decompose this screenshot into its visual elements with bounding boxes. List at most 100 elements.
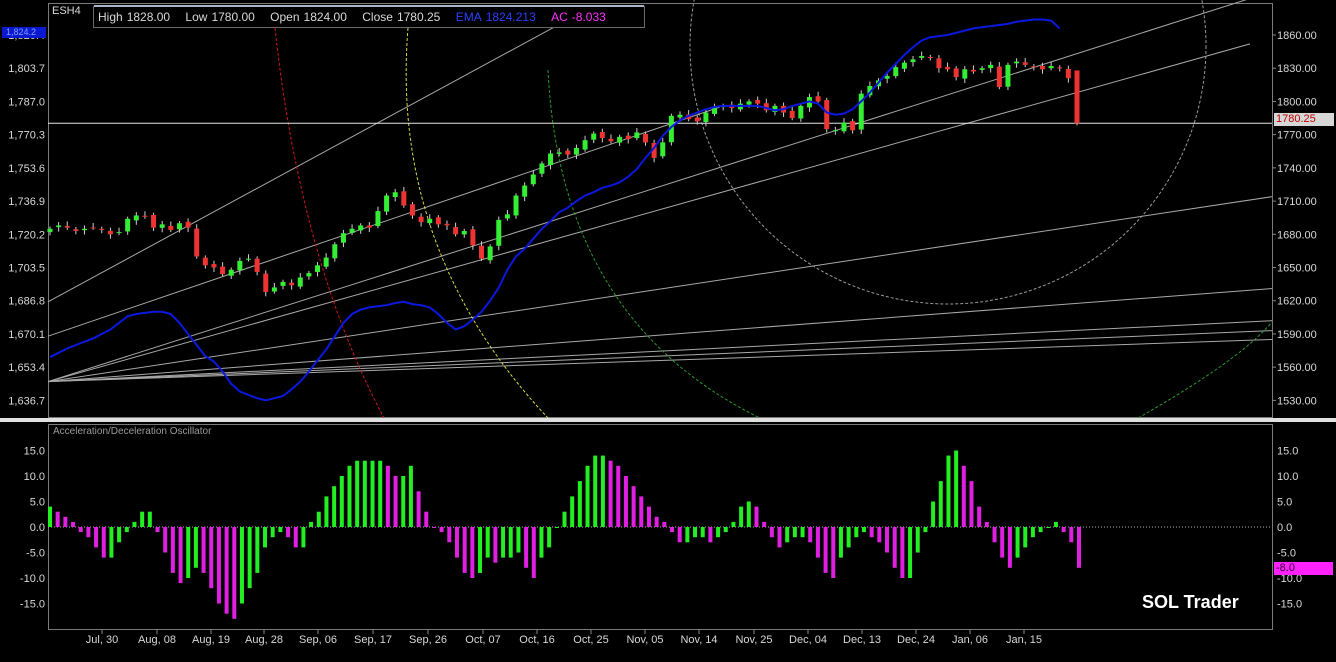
candle-body — [945, 66, 951, 70]
ac-bar — [954, 450, 959, 527]
x-axis-tick-label: Dec, 13 — [843, 634, 881, 646]
left-axis-tick-label: 1,653.4 — [8, 362, 45, 374]
x-axis-tick-label: Jul, 30 — [86, 634, 118, 646]
gann-arc-green — [547, 69, 761, 419]
ac-bar — [263, 527, 268, 548]
ac-bar — [600, 455, 605, 527]
candle-body — [573, 147, 579, 155]
ac-bar — [531, 527, 536, 578]
ac-bar — [815, 527, 820, 558]
ac-bar — [86, 527, 91, 538]
ac-bar — [78, 527, 83, 533]
ac-bar — [777, 527, 782, 548]
ac-bar — [577, 481, 582, 527]
candle-body — [151, 214, 157, 228]
ac-bar — [462, 527, 467, 573]
right-axis-tick-label: 1650.00 — [1277, 263, 1317, 275]
ac-bar — [700, 527, 705, 538]
candle-body — [401, 191, 407, 206]
candle-body — [513, 195, 519, 216]
ac-bar — [1023, 527, 1028, 548]
candle-body — [73, 229, 79, 231]
ac-bar — [1007, 527, 1012, 568]
ac-bar — [977, 506, 982, 527]
x-axis-tick-label: Sep, 06 — [299, 634, 337, 646]
candle-body — [504, 214, 510, 219]
candle-body — [470, 229, 476, 246]
candle-body — [427, 218, 433, 224]
candle-body — [548, 153, 554, 165]
ema-label: EMA — [455, 10, 482, 24]
ac-bar — [178, 527, 183, 584]
right-axis-tick-label: 1740.00 — [1277, 163, 1317, 175]
gann-fan-line — [47, 288, 1273, 383]
candle-body — [582, 140, 588, 150]
candle-body — [479, 245, 485, 259]
ac-bar — [170, 527, 175, 573]
ac-value: -8.033 — [571, 10, 606, 24]
ac-bar — [140, 511, 145, 527]
ac-bar — [55, 511, 60, 527]
gann-fan-line — [47, 196, 1273, 383]
candle-body — [884, 75, 890, 79]
ac-bar — [823, 527, 828, 573]
ac-bar — [224, 527, 229, 614]
candle-body — [47, 228, 53, 233]
osc-left-tick-label: -10.0 — [20, 573, 45, 585]
candle-body — [271, 287, 277, 292]
ac-bar — [309, 521, 314, 527]
ac-bar — [892, 527, 897, 568]
ac-bar — [378, 460, 383, 527]
ac-bar — [869, 527, 874, 538]
candle-body — [634, 132, 640, 139]
candle-body — [1022, 62, 1028, 65]
ac-bar — [209, 527, 214, 589]
ac-bar — [316, 511, 321, 527]
ac-bar — [838, 527, 843, 558]
high-value: 1828.00 — [126, 10, 171, 24]
candle-body — [1065, 68, 1071, 79]
candle-body — [56, 225, 62, 228]
ac-bar — [984, 521, 989, 527]
ac-bar — [969, 481, 974, 527]
candle-body — [487, 246, 493, 261]
ac-bar — [385, 465, 390, 527]
x-axis-tick-label: Nov, 14 — [680, 634, 717, 646]
candle-body — [841, 122, 847, 132]
ac-bar — [1015, 527, 1020, 558]
candle-body — [1057, 67, 1063, 69]
osc-left-tick-label: 15.0 — [24, 446, 45, 458]
ac-bar — [923, 527, 928, 533]
candle-body — [392, 192, 398, 198]
x-axis-tick-label: Sep, 26 — [409, 634, 447, 646]
ac-bar — [485, 527, 490, 558]
candle-body — [1048, 66, 1054, 69]
candle-body — [1031, 66, 1037, 68]
trading-chart[interactable]: 1860.00 1830.00 1800.00 1770.00 1740.00 1710.… — [0, 0, 1336, 662]
ac-bar — [723, 527, 728, 533]
ac-bar — [493, 527, 498, 563]
ac-bar — [1000, 527, 1005, 558]
close-value: 1780.25 — [396, 10, 441, 24]
open-value: 1824.00 — [303, 10, 347, 24]
candle-body — [340, 233, 346, 243]
candle-body — [642, 133, 648, 143]
candle-body — [358, 225, 364, 231]
ac-bar — [408, 465, 413, 527]
candle-body — [228, 269, 234, 276]
ac-bar — [424, 511, 429, 527]
x-axis-tick-label: Nov, 25 — [735, 634, 772, 646]
pane-divider[interactable] — [0, 418, 1336, 422]
right-axis-tick-label: 1710.00 — [1277, 196, 1317, 208]
x-axis-tick-label: Oct, 25 — [573, 634, 608, 646]
chart-canvas[interactable]: 1860.00 1830.00 1800.00 1770.00 1740.00 1710.… — [0, 0, 1336, 662]
ac-bar — [769, 527, 774, 538]
right-axis-tick-label: 1800.00 — [1277, 96, 1317, 108]
ac-bar — [347, 465, 352, 527]
candle-body — [901, 62, 907, 69]
left-axis-tick-label: 1,770.3 — [8, 130, 45, 142]
ac-bar — [447, 527, 452, 543]
ac-bar — [94, 527, 99, 548]
candle-body — [694, 117, 700, 122]
left-axis-tick-label: 1,686.8 — [8, 296, 45, 308]
